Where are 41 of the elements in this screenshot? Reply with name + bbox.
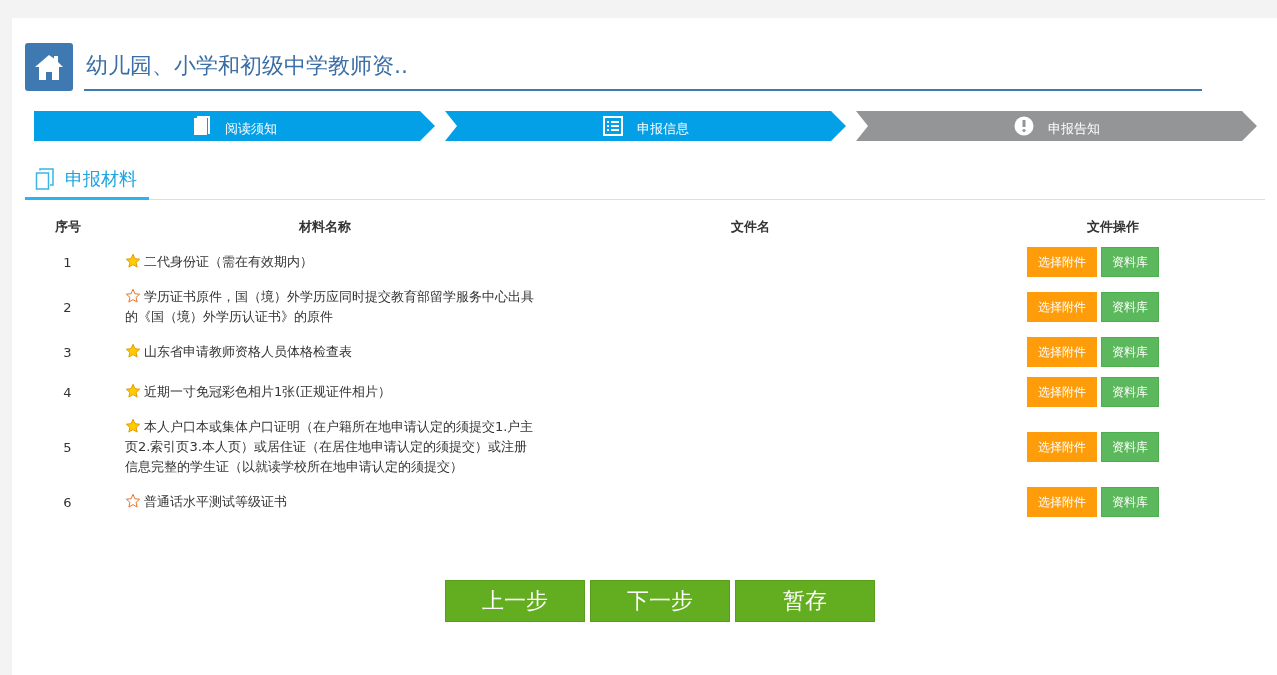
library-button[interactable]: 资料库 bbox=[1100, 292, 1159, 322]
column-header: 序号 bbox=[53, 218, 82, 236]
table-cell-text: 4 bbox=[62, 383, 73, 402]
table-cell-text: 3 bbox=[62, 343, 73, 362]
step-tab[interactable]: 申报告知 bbox=[856, 111, 1257, 141]
library-button[interactable]: 资料库 bbox=[1100, 337, 1159, 367]
select-attachment-button[interactable]: 选择附件 bbox=[1026, 432, 1097, 462]
material-name: 学历证书原件，国（境）外学历应同时提交教育部留学服务中心出具的《国（境）外学历认证书》的原件 bbox=[125, 287, 535, 326]
material-name: 普通话水平测试等级证书 bbox=[125, 492, 535, 512]
list-icon bbox=[602, 116, 623, 136]
material-name: 山东省申请教师资格人员体格检查表 bbox=[125, 342, 535, 362]
footer-button[interactable]: 下一步 bbox=[590, 580, 730, 622]
documents-icon bbox=[35, 167, 55, 191]
column-header: 文件操作 bbox=[1085, 218, 1140, 236]
library-button[interactable]: 资料库 bbox=[1100, 432, 1159, 462]
table-cell-text: 5 bbox=[62, 438, 73, 457]
select-attachment-button[interactable]: 选择附件 bbox=[1026, 247, 1097, 277]
step-tab[interactable]: 阅读须知 bbox=[34, 111, 435, 141]
footer-button[interactable]: 上一步 bbox=[445, 580, 585, 622]
footer-button[interactable]: 暂存 bbox=[735, 580, 875, 622]
select-attachment-button[interactable]: 选择附件 bbox=[1026, 487, 1097, 517]
table-cell-text: 2 bbox=[62, 298, 73, 317]
step-tab[interactable]: 申报信息 bbox=[445, 111, 846, 141]
book-icon bbox=[192, 116, 211, 136]
material-name: 近期一寸免冠彩色相片1张(正规证件相片） bbox=[125, 382, 535, 402]
table-cell-text: 6 bbox=[62, 493, 73, 512]
table-cell-text: 1 bbox=[62, 253, 73, 272]
material-name: 二代身份证（需在有效期内） bbox=[125, 252, 535, 272]
library-button[interactable]: 资料库 bbox=[1100, 377, 1159, 407]
select-attachment-button[interactable]: 选择附件 bbox=[1026, 337, 1097, 367]
section-tab[interactable]: 申报材料 bbox=[25, 163, 149, 200]
alert-icon bbox=[1013, 116, 1034, 136]
select-attachment-button[interactable]: 选择附件 bbox=[1026, 292, 1097, 322]
material-name: 本人户口本或集体户口证明（在户籍所在地申请认定的须提交1.户主页2.索引页3.本人页）或居住证（在居住地申请认定的须提交）或注册信息完整的学生证（以就读学校所在地申请认定的须提交） bbox=[125, 417, 535, 476]
library-button[interactable]: 资料库 bbox=[1100, 247, 1159, 277]
library-button[interactable]: 资料库 bbox=[1100, 487, 1159, 517]
home-icon[interactable] bbox=[25, 43, 73, 91]
column-header: 材料名称 bbox=[298, 218, 352, 236]
column-header: 文件名 bbox=[729, 218, 771, 236]
page-title: 幼儿园、小学和初级中学教师资.. bbox=[84, 43, 1202, 91]
select-attachment-button[interactable]: 选择附件 bbox=[1026, 377, 1097, 407]
